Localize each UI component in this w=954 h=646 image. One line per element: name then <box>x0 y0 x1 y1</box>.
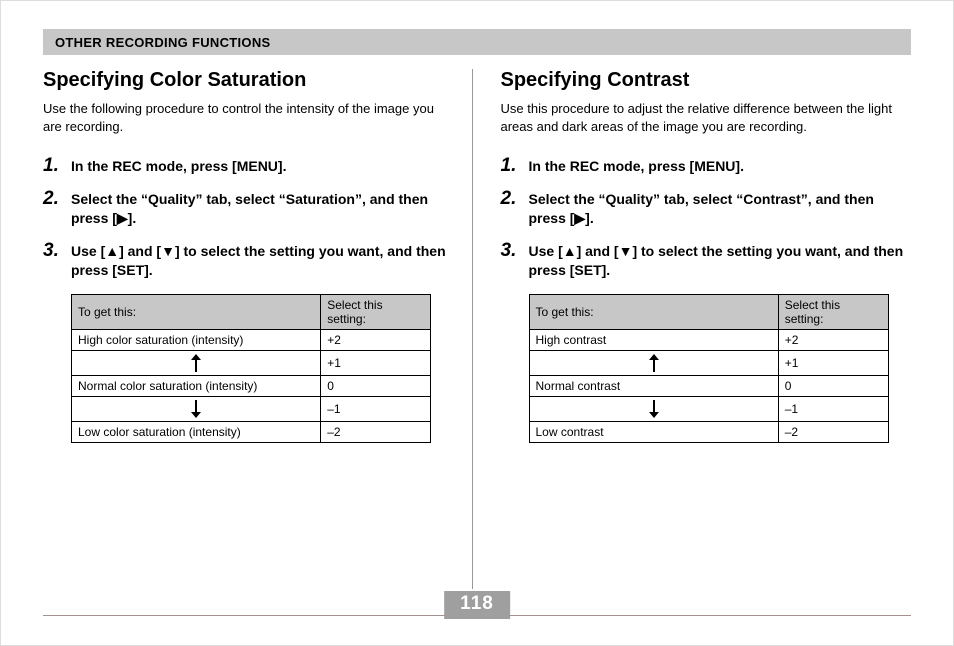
content-columns: Specifying Color Saturation Use the foll… <box>43 69 911 589</box>
right-desc-normal: Normal contrast <box>529 375 778 396</box>
left-table: To get this: Select this setting: High c… <box>71 294 431 443</box>
right-val-0: +2 <box>778 329 888 350</box>
left-step-3-text: Use [▲] and [▼] to select the setting yo… <box>71 243 446 278</box>
right-step-3-text: Use [▲] and [▼] to select the setting yo… <box>529 243 904 278</box>
right-step-3: 3.Use [▲] and [▼] to select the setting … <box>501 242 912 280</box>
right-val-1: +1 <box>778 350 888 375</box>
right-steps: 1.In the REC mode, press [MENU]. 2.Selec… <box>501 157 912 279</box>
left-desc-low: Low color saturation (intensity) <box>72 421 321 442</box>
left-table-header-right: Select this setting: <box>321 294 431 329</box>
right-desc-low: Low contrast <box>529 421 778 442</box>
right-arrow-down-cell <box>529 396 778 421</box>
left-val-2: 0 <box>321 375 431 396</box>
right-heading: Specifying Contrast <box>501 69 912 92</box>
right-table-header-left: To get this: <box>529 294 778 329</box>
left-val-3: –1 <box>321 396 431 421</box>
right-table-header-right: Select this setting: <box>778 294 888 329</box>
left-desc-normal: Normal color saturation (intensity) <box>72 375 321 396</box>
left-val-1: +1 <box>321 350 431 375</box>
left-desc-high: High color saturation (intensity) <box>72 329 321 350</box>
right-step-2-text: Select the “Quality” tab, select “Contra… <box>529 191 874 226</box>
section-bar-label: OTHER RECORDING FUNCTIONS <box>55 35 271 50</box>
left-step-1-text: In the REC mode, press [MENU]. <box>71 158 286 174</box>
left-step-3: 3.Use [▲] and [▼] to select the setting … <box>43 242 454 280</box>
section-bar: OTHER RECORDING FUNCTIONS <box>43 29 911 55</box>
left-step-2: 2.Select the “Quality” tab, select “Satu… <box>43 190 454 228</box>
right-val-2: 0 <box>778 375 888 396</box>
right-arrow-up-cell <box>529 350 778 375</box>
left-table-header-left: To get this: <box>72 294 321 329</box>
left-step-1: 1.In the REC mode, press [MENU]. <box>43 157 454 176</box>
right-table: To get this: Select this setting: High c… <box>529 294 889 443</box>
left-intro: Use the following procedure to control t… <box>43 100 454 135</box>
right-step-1-text: In the REC mode, press [MENU]. <box>529 158 744 174</box>
arrow-down-icon <box>191 400 201 418</box>
left-arrow-down-cell <box>72 396 321 421</box>
left-step-2-text: Select the “Quality” tab, select “Satura… <box>71 191 428 226</box>
left-steps: 1.In the REC mode, press [MENU]. 2.Selec… <box>43 157 454 279</box>
right-intro: Use this procedure to adjust the relativ… <box>501 100 912 135</box>
right-step-2: 2.Select the “Quality” tab, select “Cont… <box>501 190 912 228</box>
page-footer: 118 <box>43 591 911 619</box>
right-val-4: –2 <box>778 421 888 442</box>
left-column: Specifying Color Saturation Use the foll… <box>43 69 473 589</box>
right-step-1: 1.In the REC mode, press [MENU]. <box>501 157 912 176</box>
page-number: 118 <box>444 591 510 619</box>
right-val-3: –1 <box>778 396 888 421</box>
arrow-up-icon <box>649 354 659 372</box>
left-val-0: +2 <box>321 329 431 350</box>
arrow-down-icon <box>649 400 659 418</box>
left-heading: Specifying Color Saturation <box>43 69 454 92</box>
arrow-up-icon <box>191 354 201 372</box>
left-arrow-up-cell <box>72 350 321 375</box>
right-desc-high: High contrast <box>529 329 778 350</box>
right-column: Specifying Contrast Use this procedure t… <box>501 69 912 589</box>
left-val-4: –2 <box>321 421 431 442</box>
